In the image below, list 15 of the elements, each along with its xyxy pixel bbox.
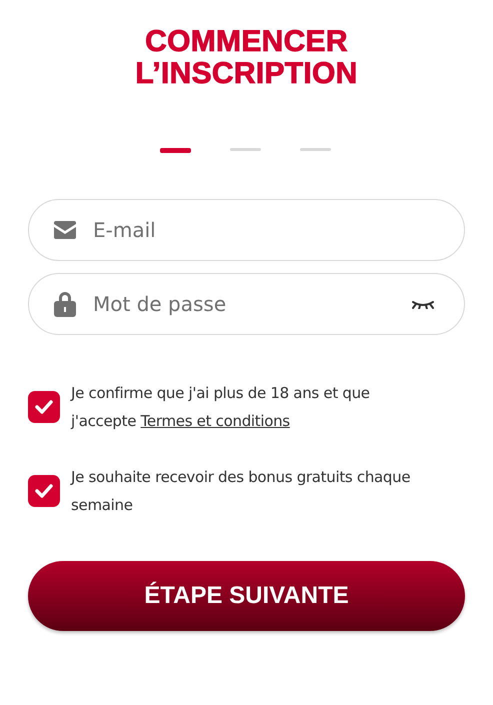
lock-icon — [54, 291, 76, 317]
envelope-icon — [54, 221, 76, 239]
password-field[interactable]: Mot de passe — [28, 273, 465, 335]
title-line: L’INSCRIPTION — [135, 58, 358, 90]
email-field[interactable]: E-mail — [28, 199, 465, 261]
consent-text: Je souhaite recevoir des bonus gratuits chaque semaine — [71, 467, 412, 516]
checkmark-icon — [35, 400, 53, 414]
title-line: COMMENCER — [145, 26, 348, 58]
checkmark-icon — [35, 484, 53, 498]
closed-eye-icon[interactable] — [411, 299, 435, 309]
terms-link[interactable]: Termes et conditions — [140, 412, 290, 430]
next-step-button[interactable]: ÉTAPE SUIVANTE — [28, 561, 465, 631]
checkbox[interactable] — [28, 475, 60, 507]
consent-text: Je confirme que j'ai plus de 18 ans et que j'accepte Termes et conditions — [71, 383, 371, 432]
checkbox[interactable] — [28, 391, 60, 423]
